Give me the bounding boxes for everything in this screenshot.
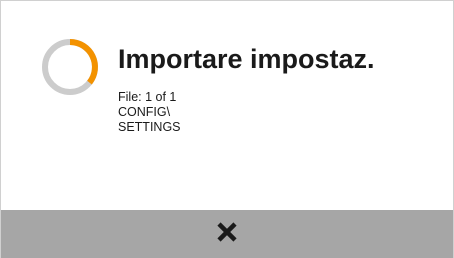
dialog-footer [1,210,453,258]
path-text-line1: CONFIG\ [118,105,171,119]
cancel-button[interactable] [187,210,267,258]
path-text-line2: SETTINGS [118,120,181,134]
close-icon [216,221,238,248]
import-details: File: 1 of 1 CONFIG\ SETTINGS [118,90,181,135]
dialog-title: Importare impostaz. [118,44,375,74]
import-settings-dialog: Importare impostaz. File: 1 of 1 CONFIG\… [0,0,454,258]
loading-spinner-icon [39,36,101,98]
file-progress-text: File: 1 of 1 [118,90,177,104]
